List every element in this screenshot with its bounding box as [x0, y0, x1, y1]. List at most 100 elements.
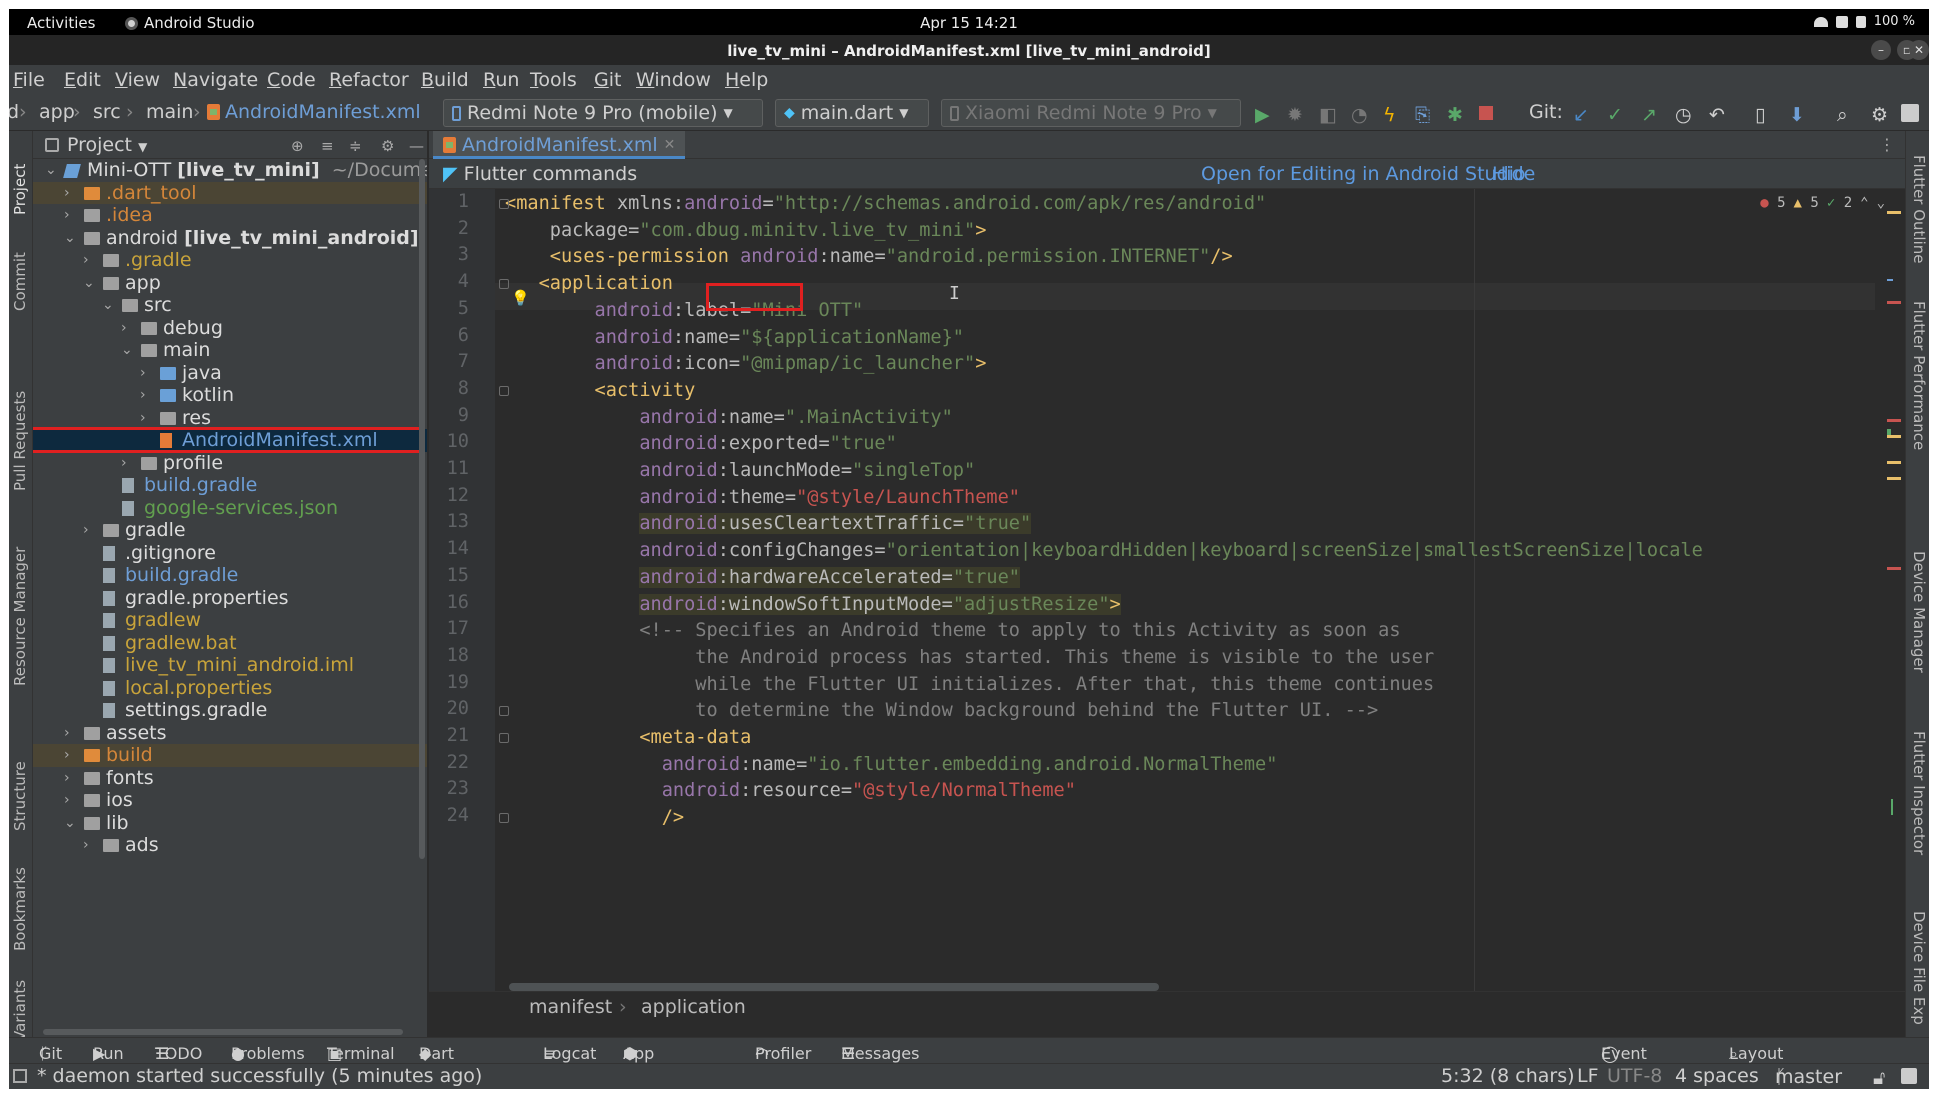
gear-icon[interactable]: ⚙	[1871, 104, 1889, 126]
tree-item[interactable]: ⌄ lib	[33, 812, 427, 835]
tree-item[interactable]: gradlew	[33, 609, 427, 632]
warning-marker[interactable]	[1887, 435, 1901, 438]
history-icon[interactable]: ◷	[1675, 104, 1693, 126]
menu-code[interactable]: Code	[267, 69, 316, 91]
close-icon[interactable]: ✕	[664, 137, 676, 153]
tab-androidmanifest[interactable]: AndroidManifest.xml ✕	[433, 131, 686, 159]
nav-crumb-root[interactable]: d	[9, 101, 19, 123]
status-message[interactable]: * daemon started successfully (5 minutes…	[37, 1065, 482, 1087]
rollback-icon[interactable]: ↶	[1709, 104, 1727, 126]
fold-marker-icon[interactable]	[499, 733, 509, 743]
breadcrumb-application[interactable]: application	[641, 996, 746, 1018]
more-vertical-icon[interactable]: ⋮	[1879, 135, 1895, 154]
tree-item[interactable]: settings.gradle	[33, 699, 427, 722]
tree-item[interactable]: local.properties	[33, 677, 427, 700]
chevron-right-icon[interactable]: ›	[140, 384, 152, 406]
tree-item[interactable]: › assets	[33, 722, 427, 745]
profile-icon[interactable]: ◔	[1351, 104, 1369, 126]
tool-tab-variants[interactable]: Variants	[11, 980, 29, 1041]
chevron-right-icon[interactable]: ›	[83, 519, 95, 541]
menu-edit[interactable]: Edit	[64, 69, 101, 91]
nav-crumb-app[interactable]: app	[39, 101, 75, 123]
toggle-tool-windows-icon[interactable]	[13, 1069, 27, 1083]
chevron-right-icon[interactable]: ›	[83, 834, 95, 856]
chevron-down-icon[interactable]: ⌄	[64, 227, 76, 249]
menu-refactor[interactable]: Refactor	[329, 69, 409, 91]
open-for-editing-link[interactable]: Open for Editing in Android Studio	[1201, 163, 1526, 185]
chevron-right-icon[interactable]: ›	[121, 317, 133, 339]
menu-build[interactable]: Build	[421, 69, 469, 91]
error-marker[interactable]	[1887, 567, 1901, 570]
indent-setting[interactable]: 4 spaces	[1675, 1065, 1759, 1087]
nav-crumb-file[interactable]: AndroidManifest.xml	[207, 101, 421, 123]
hot-restart-icon[interactable]: ⎘	[1415, 104, 1433, 126]
tree-item[interactable]: › java	[33, 362, 427, 385]
tree-item[interactable]: ⌄ Mini-OTT[live_tv_mini] ~/Documents/Mini…	[33, 159, 427, 182]
debug-icon[interactable]: ✹	[1287, 104, 1305, 126]
chevron-right-icon[interactable]: ›	[64, 789, 76, 811]
chevron-down-icon[interactable]: ⌄	[83, 272, 95, 294]
git-update-icon[interactable]: ↙	[1573, 104, 1591, 126]
chevron-right-icon[interactable]: ›	[64, 722, 76, 744]
menu-window[interactable]: Window	[636, 69, 711, 91]
project-view-selector[interactable]: Project ▼	[67, 134, 147, 156]
system-tray[interactable]: 100 %	[1813, 14, 1915, 29]
tool-tab-device-manager[interactable]: Device Manager	[1910, 551, 1928, 673]
git-commit-icon[interactable]: ✓	[1607, 104, 1625, 126]
tool-tab-resource-manager[interactable]: Resource Manager	[11, 547, 29, 686]
menu-tools[interactable]: Tools	[530, 69, 577, 91]
tool-tab-device-file-explorer[interactable]: Device File Exp	[1910, 911, 1928, 1025]
sdk-manager-icon[interactable]: ⬇	[1789, 104, 1807, 126]
chevron-up-icon[interactable]: ⌃	[1860, 195, 1868, 211]
tool-tab-bookmarks[interactable]: Bookmarks	[11, 867, 29, 951]
tool-tab-commit[interactable]: Commit	[11, 252, 29, 311]
target-device-selector[interactable]: Xiaomi Redmi Note 9 Pro ▼	[941, 99, 1241, 127]
minimize-icon[interactable]: –	[1871, 40, 1891, 60]
fold-marker-icon[interactable]	[499, 813, 509, 824]
chevron-right-icon[interactable]: ›	[64, 204, 76, 226]
gear-icon[interactable]: ⚙	[381, 138, 397, 154]
fold-marker-icon[interactable]	[499, 385, 509, 396]
tool-tab-structure[interactable]: Structure	[11, 761, 29, 831]
nav-crumb-main[interactable]: main	[146, 101, 193, 123]
project-horizontal-scrollbar[interactable]	[43, 1029, 403, 1035]
chevron-down-icon[interactable]: ⌄	[102, 294, 114, 316]
hide-panel-icon[interactable]: —	[409, 138, 425, 154]
tree-item[interactable]: .gitignore	[33, 542, 427, 565]
project-scrollbar[interactable]	[419, 159, 425, 859]
hot-reload-icon[interactable]: ϟ	[1383, 104, 1401, 126]
error-marker[interactable]	[1887, 301, 1901, 304]
chevron-down-icon[interactable]: ⌄	[45, 159, 57, 181]
device-selector[interactable]: Redmi Note 9 Pro (mobile) ▼	[443, 99, 763, 127]
line-separator[interactable]: LF	[1577, 1065, 1599, 1087]
fold-marker-icon[interactable]	[499, 279, 509, 290]
tree-item[interactable]: › debug	[33, 317, 427, 340]
tool-tab-pull-requests[interactable]: Pull Requests	[11, 391, 29, 491]
chevron-right-icon[interactable]: ›	[140, 362, 152, 384]
tree-item[interactable]: › build	[33, 744, 427, 767]
editor-horizontal-scrollbar[interactable]	[509, 983, 1159, 991]
search-icon[interactable]: ⌕	[1837, 104, 1855, 126]
run-icon[interactable]: ▶	[1255, 104, 1273, 126]
chevron-right-icon[interactable]: ›	[64, 744, 76, 766]
chevron-right-icon[interactable]: ›	[83, 249, 95, 271]
tree-item[interactable]: › .gradle	[33, 249, 427, 272]
lock-icon[interactable]: 🔓︎	[1873, 1067, 1885, 1089]
tool-tab-project[interactable]: Project	[11, 164, 29, 215]
warning-marker[interactable]	[1887, 461, 1901, 464]
inspection-widget[interactable]: ● 5 ▲ 5 ✓ 2 ⌃ ⌄	[1760, 195, 1885, 211]
menu-help[interactable]: Help	[725, 69, 768, 91]
menu-view[interactable]: View	[115, 69, 160, 91]
warning-marker[interactable]	[1887, 477, 1901, 480]
nav-crumb-src[interactable]: src	[93, 101, 121, 123]
tree-item[interactable]: › profile	[33, 452, 427, 475]
fold-marker-icon[interactable]	[499, 199, 509, 209]
tree-item[interactable]: › gradle	[33, 519, 427, 542]
tree-item[interactable]: build.gradle	[33, 564, 427, 587]
account-icon[interactable]	[1901, 104, 1919, 122]
menu-navigate[interactable]: Navigate	[173, 69, 258, 91]
tree-item[interactable]: › res	[33, 407, 427, 430]
tree-item[interactable]: ⌄ src	[33, 294, 427, 317]
git-push-icon[interactable]: ↗	[1641, 104, 1659, 126]
caret-position[interactable]: 5:32 (8 chars)	[1441, 1065, 1575, 1087]
